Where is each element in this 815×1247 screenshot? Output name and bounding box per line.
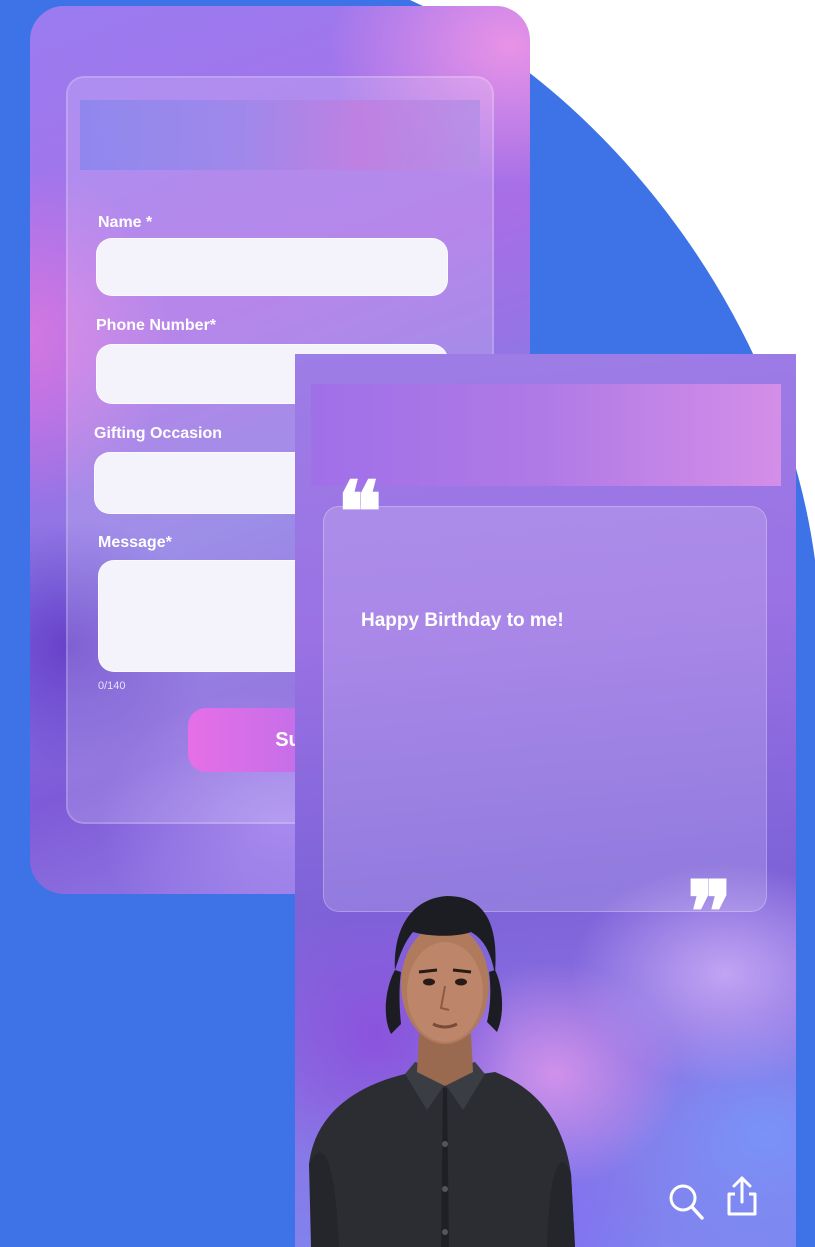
message-screen: ❝ Happy Birthday to me! ❞: [295, 354, 796, 1247]
occasion-label: Gifting Occasion: [94, 425, 223, 442]
message-label: Message*: [98, 534, 172, 551]
birthday-message: Happy Birthday to me!: [361, 610, 564, 631]
name-label: Name *: [98, 214, 153, 231]
phone-label: Phone Number*: [96, 317, 217, 334]
share-icon[interactable]: [723, 1174, 761, 1216]
char-counter: 0/140: [98, 680, 126, 692]
search-icon[interactable]: [667, 1180, 705, 1222]
quote-card: [323, 506, 767, 912]
form-header-banner: [80, 100, 480, 170]
close-quote-icon: ❞: [687, 862, 733, 961]
avatar: [309, 896, 575, 1247]
name-input[interactable]: [96, 238, 448, 296]
open-quote-icon: ❝: [337, 462, 383, 561]
